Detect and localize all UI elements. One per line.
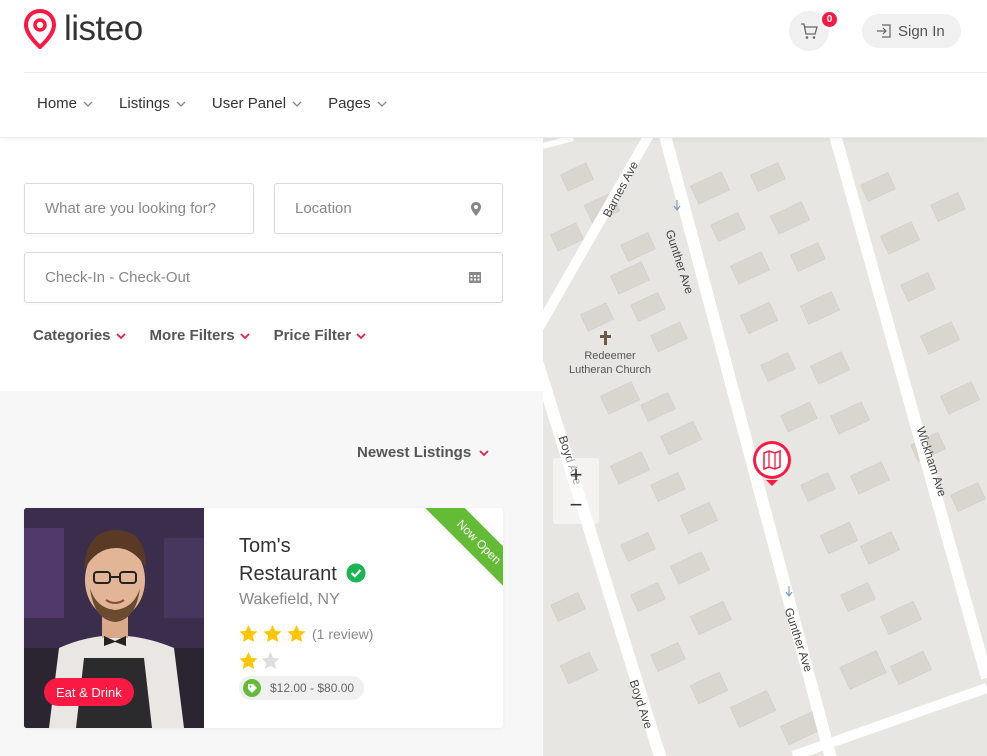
verified-check-icon [346, 563, 366, 583]
map[interactable]: Barnes Ave Gunther Ave Gunther Ave Wickh… [543, 138, 987, 756]
star-filled-icon [263, 625, 282, 643]
category-badge[interactable]: Eat & Drink [44, 678, 134, 706]
map-marker[interactable] [752, 440, 792, 486]
rating-stars: (1 review) [239, 625, 373, 643]
zoom-in-button[interactable]: + [558, 461, 594, 489]
star-filled-icon [287, 625, 306, 643]
listing-location: Wakefield, NY [239, 591, 340, 608]
price-text: $12.00 - $80.00 [270, 681, 355, 695]
sort-dropdown[interactable]: Newest Listings [357, 444, 489, 461]
sign-in-icon [877, 24, 891, 38]
results-panel: What are you looking for? Location Check… [0, 138, 543, 756]
map-marker-icon [753, 441, 791, 486]
nav-item-listings[interactable]: Listings [106, 90, 199, 117]
zoom-out-button[interactable]: − [558, 491, 594, 519]
location-placeholder: Location [295, 200, 352, 217]
search-form: What are you looking for? Location Check… [0, 138, 543, 391]
price-filter[interactable]: Price Filter [274, 327, 367, 344]
chevron-down-icon [479, 449, 489, 456]
chevron-down-icon [377, 101, 387, 107]
logo-pin-icon [24, 9, 56, 49]
location-pin-icon [471, 202, 481, 216]
filter-bar: Categories More Filters Price Filter [33, 327, 390, 344]
status-ribbon-label: Now Open [423, 508, 503, 598]
calendar-icon [469, 272, 481, 283]
logo-text: listeo [64, 9, 143, 48]
price-range: $12.00 - $80.00 [239, 676, 365, 700]
site-header: listeo 0 Sign In Home Listings User Pane… [0, 0, 987, 138]
categories-filter[interactable]: Categories [33, 327, 126, 344]
listing-title-text: Tom's Restaurant [239, 535, 337, 585]
filter-label: Price Filter [273, 327, 352, 344]
chevron-down-icon [176, 101, 186, 107]
nav-item-pages[interactable]: Pages [315, 90, 400, 117]
review-count[interactable]: (1 review) [312, 626, 373, 642]
nav-item-home[interactable]: Home [24, 90, 106, 117]
keyword-placeholder: What are you looking for? [45, 200, 216, 217]
listing-title[interactable]: Tom's Restaurant [239, 532, 379, 588]
nav-item-label: Pages [328, 95, 371, 112]
cart-count-badge: 0 [820, 10, 839, 29]
price-tag-icon [243, 679, 261, 697]
status-ribbon: Now Open [411, 508, 503, 600]
listing-image[interactable]: Eat & Drink [24, 508, 204, 728]
chevron-down-icon [115, 332, 126, 339]
dates-placeholder: Check-In - Check-Out [45, 269, 191, 286]
cart-icon [801, 23, 818, 39]
sign-in-button[interactable]: Sign In [862, 14, 961, 48]
filter-label: Categories [33, 327, 111, 344]
sign-in-label: Sign In [898, 22, 945, 40]
chevron-down-icon [83, 101, 93, 107]
filter-label: More Filters [149, 327, 235, 344]
listing-card[interactable]: Eat & Drink Tom's Restaurant Wakefield, … [24, 508, 503, 728]
star-filled-icon [239, 652, 258, 670]
nav-item-label: User Panel [211, 95, 287, 112]
header-divider [24, 72, 987, 73]
zoom-controls: + − [553, 458, 599, 524]
nav-item-label: Listings [119, 95, 170, 112]
church-label: Redeemer Lutheran Church [569, 350, 651, 376]
nav-item-user-panel[interactable]: User Panel [199, 90, 315, 117]
sort-label: Newest Listings [357, 444, 472, 461]
more-filters-filter[interactable]: More Filters [150, 327, 250, 344]
chevron-down-icon [239, 332, 250, 339]
dates-input[interactable]: Check-In - Check-Out [24, 252, 503, 303]
logo[interactable]: listeo [24, 9, 143, 49]
nav-item-label: Home [37, 95, 78, 112]
chevron-down-icon [292, 101, 302, 107]
keyword-input[interactable]: What are you looking for? [24, 183, 254, 234]
star-empty-icon [261, 652, 280, 670]
chevron-down-icon [356, 332, 366, 339]
location-input[interactable]: Location [274, 183, 503, 234]
star-filled-icon [239, 625, 258, 643]
main-nav: Home Listings User Panel Pages [24, 90, 400, 117]
rating-stars-row-2 [239, 652, 280, 670]
